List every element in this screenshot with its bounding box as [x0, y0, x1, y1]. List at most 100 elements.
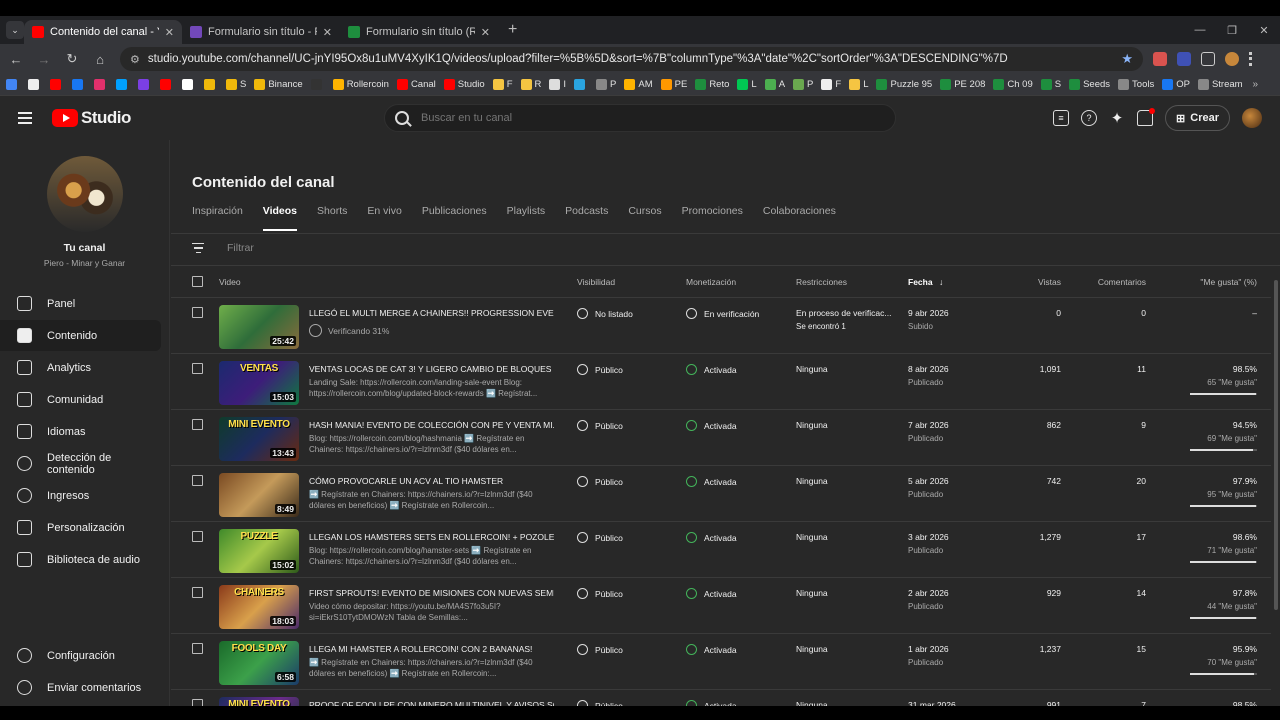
- sidebar-item[interactable]: Comunidad: [0, 384, 161, 415]
- sidebar-item[interactable]: Biblioteca de audio: [0, 544, 161, 575]
- scrollbar[interactable]: [1274, 280, 1278, 610]
- bookmark-item[interactable]: [116, 79, 130, 90]
- bookmark-item[interactable]: Tools: [1118, 79, 1154, 90]
- bookmark-item[interactable]: Seeds: [1069, 79, 1110, 90]
- sidebar-item[interactable]: Ingresos: [0, 480, 161, 511]
- video-thumbnail[interactable]: 25:42: [219, 305, 299, 349]
- col-likes[interactable]: "Me gusta" (%): [1151, 277, 1257, 287]
- extension-icon[interactable]: [1177, 52, 1191, 66]
- bookmark-item[interactable]: OP: [1162, 79, 1190, 90]
- notifications-icon[interactable]: [1137, 108, 1156, 126]
- bookmark-item[interactable]: I: [549, 79, 566, 90]
- monetization-cell[interactable]: Activada: [686, 532, 737, 543]
- row-checkbox[interactable]: [192, 699, 203, 706]
- video-title[interactable]: PROOF OF FOOL! PE CON MINERO MULTINIVEL …: [309, 700, 554, 706]
- search-input[interactable]: [421, 112, 841, 124]
- visibility-cell[interactable]: Público: [577, 588, 623, 599]
- browser-tab[interactable]: Formulario sin título - Formulario ✕: [182, 20, 340, 44]
- sidebar-item[interactable]: Contenido: [0, 320, 161, 351]
- reload-icon[interactable]: ↻: [60, 51, 84, 67]
- content-tab[interactable]: Playlists: [507, 205, 546, 231]
- restrictions-cell[interactable]: Ninguna: [796, 476, 828, 486]
- table-row[interactable]: MINI EVENTO 13:43 HASH MANIA! EVENTO DE CO…: [171, 410, 1271, 466]
- sidebar-item[interactable]: Detección de contenido: [0, 448, 161, 479]
- profile-icon[interactable]: [1225, 52, 1239, 66]
- bookmark-item[interactable]: S: [226, 79, 246, 90]
- restrictions-cell[interactable]: Ninguna: [796, 700, 828, 706]
- content-tab[interactable]: Publicaciones: [422, 205, 487, 231]
- content-tab[interactable]: Videos: [262, 205, 298, 231]
- channel-name[interactable]: Tu canal: [0, 242, 169, 254]
- close-tab-icon[interactable]: ✕: [323, 26, 332, 39]
- puzzle-icon[interactable]: [1201, 52, 1215, 66]
- monetization-cell[interactable]: Activada: [686, 364, 737, 375]
- col-restrictions[interactable]: Restricciones: [796, 277, 847, 287]
- video-thumbnail[interactable]: 8:49: [219, 473, 299, 517]
- bookmark-item[interactable]: F: [492, 79, 513, 90]
- site-info-icon[interactable]: ⚙: [130, 53, 140, 66]
- video-title[interactable]: LLEGA MI HAMSTER A ROLLERCOIN! CON 2 BAN…: [309, 644, 554, 654]
- account-avatar[interactable]: [1242, 108, 1262, 128]
- monetization-cell[interactable]: Activada: [686, 588, 737, 599]
- bookmark-item[interactable]: Ch 09: [993, 79, 1033, 90]
- bookmark-item[interactable]: PE: [660, 79, 687, 90]
- bookmark-item[interactable]: L: [849, 79, 868, 90]
- col-date[interactable]: Fecha ↓: [908, 277, 943, 287]
- bookmark-item[interactable]: [574, 79, 588, 90]
- help-icon[interactable]: ?: [1081, 110, 1098, 126]
- sidebar-item[interactable]: Idiomas: [0, 416, 161, 447]
- maximize-icon[interactable]: ❐: [1216, 24, 1248, 37]
- bookmark-item[interactable]: [160, 79, 174, 90]
- video-thumbnail[interactable]: VENTAS 15:03: [219, 361, 299, 405]
- channel-avatar[interactable]: [47, 156, 123, 232]
- menu-icon[interactable]: [1249, 52, 1253, 66]
- forward-icon[interactable]: →: [32, 52, 56, 67]
- new-tab-button[interactable]: +: [508, 21, 517, 39]
- channel-search[interactable]: [384, 104, 896, 132]
- row-checkbox[interactable]: [192, 307, 203, 318]
- table-row[interactable]: FOOLS DAY 6:58 LLEGA MI HAMSTER A ROLLERCO…: [171, 634, 1271, 690]
- visibility-cell[interactable]: No listado: [577, 308, 633, 319]
- video-thumbnail[interactable]: PUZZLE 15:02: [219, 529, 299, 573]
- bookmark-item[interactable]: F: [821, 79, 841, 90]
- col-views[interactable]: Vistas: [971, 277, 1061, 287]
- monetization-cell[interactable]: Activada: [686, 700, 737, 706]
- bookmark-item[interactable]: S: [1040, 79, 1061, 90]
- video-title[interactable]: HASH MANIA! EVENTO DE COLECCIÓN CON PE Y…: [309, 420, 554, 430]
- bookmark-item[interactable]: [138, 79, 152, 90]
- video-title[interactable]: LLEGÓ EL MULTI MERGE A CHAINERS!! PROGRE…: [309, 308, 554, 318]
- bookmark-item[interactable]: Studio: [443, 79, 485, 90]
- video-title[interactable]: VENTAS LOCAS DE CAT 3! Y LIGERO CAMBIO D…: [309, 364, 554, 374]
- video-thumbnail[interactable]: FOOLS DAY 6:58: [219, 641, 299, 685]
- bookmark-item[interactable]: AM: [624, 79, 653, 90]
- bookmark-item[interactable]: L: [737, 79, 757, 90]
- sidebar-item[interactable]: Personalización: [0, 512, 161, 543]
- messages-icon[interactable]: ≡: [1053, 110, 1070, 126]
- video-thumbnail[interactable]: CHAINERS 18:03: [219, 585, 299, 629]
- content-tab[interactable]: En vivo: [367, 205, 401, 231]
- bookmark-item[interactable]: Stream: [1197, 79, 1243, 90]
- table-row[interactable]: MINI EVENTO PROOF OF FOOL! PE CON MINERO …: [171, 690, 1271, 706]
- row-checkbox[interactable]: [192, 363, 203, 374]
- filter-bar[interactable]: Filtrar: [192, 242, 254, 254]
- visibility-cell[interactable]: Público: [577, 532, 623, 543]
- table-row[interactable]: 25:42 LLEGÓ EL MULTI MERGE A CHAINERS!! P…: [171, 298, 1271, 354]
- row-checkbox[interactable]: [192, 531, 203, 542]
- bookmark-item[interactable]: [28, 79, 42, 90]
- menu-icon[interactable]: [18, 112, 32, 124]
- bookmark-item[interactable]: [310, 79, 325, 90]
- restrictions-cell[interactable]: Ninguna: [796, 420, 828, 430]
- bookmark-item[interactable]: Binance: [254, 79, 303, 90]
- more-bookmarks-icon[interactable]: »: [1252, 79, 1258, 90]
- col-visibility[interactable]: Visibilidad: [577, 277, 615, 287]
- col-comments[interactable]: Comentarios: [1051, 277, 1146, 287]
- bookmark-item[interactable]: [94, 79, 108, 90]
- visibility-cell[interactable]: Público: [577, 700, 623, 706]
- table-row[interactable]: VENTAS 15:03 VENTAS LOCAS DE CAT 3! Y LIGE…: [171, 354, 1271, 410]
- sidebar-item[interactable]: Panel: [0, 288, 161, 319]
- restrictions-cell[interactable]: Ninguna: [796, 644, 828, 654]
- close-tab-icon[interactable]: ✕: [481, 26, 490, 39]
- video-title[interactable]: FIRST SPROUTS! EVENTO DE MISIONES CON NU…: [309, 588, 554, 598]
- minimize-icon[interactable]: —: [1184, 24, 1216, 36]
- bookmark-item[interactable]: P: [596, 79, 616, 90]
